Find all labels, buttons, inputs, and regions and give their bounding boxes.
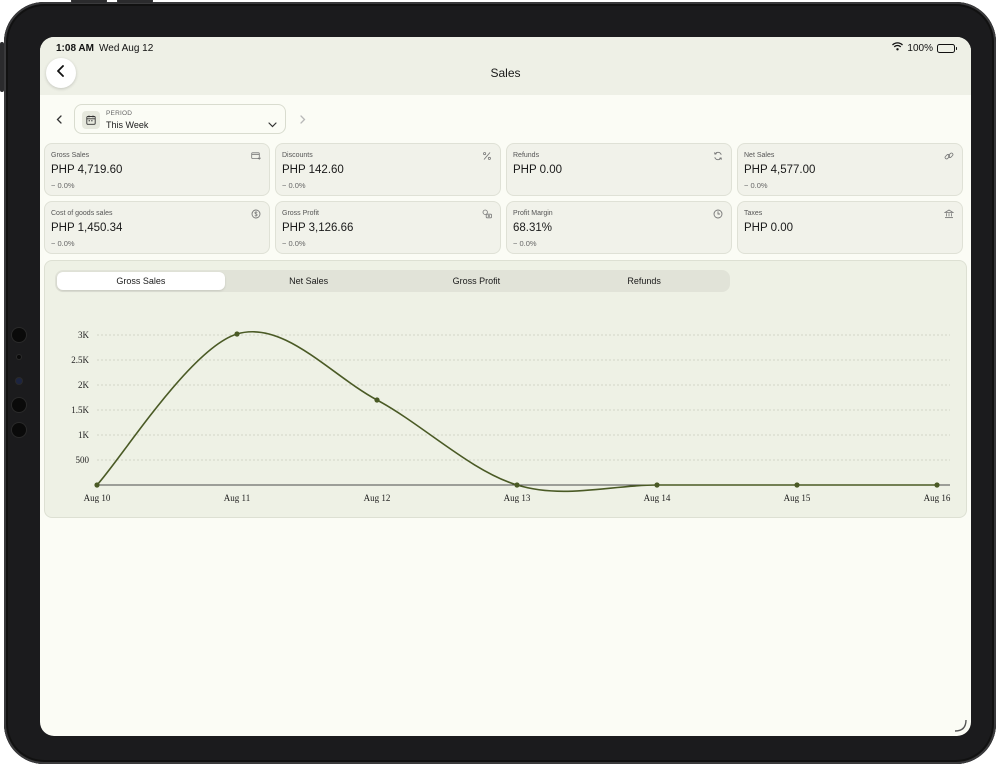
metric-card-refunds: Refunds PHP 0.00 — [506, 143, 732, 196]
clock-icon — [713, 209, 723, 219]
previous-period-button[interactable] — [52, 113, 66, 127]
app-screen: 1:08 AM Wed Aug 12 100% Sales PERIOD Thi… — [40, 37, 971, 736]
x-tick-label: Aug 13 — [504, 493, 531, 503]
tablet-frame: 1:08 AM Wed Aug 12 100% Sales PERIOD Thi… — [0, 0, 996, 764]
chart-panel: Gross Sales Net Sales Gross Profit Refun… — [44, 260, 967, 518]
metric-change: − 0.0% — [282, 181, 306, 190]
calendar-icon — [82, 111, 100, 129]
x-tick-label: Aug 16 — [924, 493, 951, 503]
metric-value: PHP 4,719.60 — [51, 164, 123, 176]
receipt-icon — [251, 151, 261, 161]
refresh-icon — [713, 151, 723, 161]
wifi-icon — [892, 42, 904, 54]
metric-change: − 0.0% — [51, 239, 75, 248]
percent-icon — [482, 151, 492, 161]
sensor — [12, 328, 26, 342]
y-tick-label: 1K — [78, 430, 90, 440]
y-tick-label: 2K — [78, 380, 90, 390]
x-tick-label: Aug 11 — [224, 493, 250, 503]
metric-card-discounts: Discounts PHP 142.60 − 0.0% — [275, 143, 501, 196]
battery-percent: 100% — [907, 42, 933, 54]
data-point — [514, 482, 520, 488]
x-tick-label: Aug 15 — [784, 493, 811, 503]
navigation-bar: 1:08 AM Wed Aug 12 100% Sales — [40, 37, 971, 95]
data-point — [794, 482, 800, 488]
series-line — [96, 331, 937, 493]
resize-handle-icon — [953, 718, 967, 732]
metric-card-net-sales: Net Sales PHP 4,577.00 − 0.0% — [737, 143, 963, 196]
x-tick-label: Aug 10 — [84, 493, 111, 503]
x-tick-label: Aug 14 — [644, 493, 671, 503]
sensor — [12, 398, 26, 412]
sensor — [12, 423, 26, 437]
metric-value: PHP 0.00 — [513, 164, 563, 176]
metric-value: PHP 0.00 — [744, 222, 794, 234]
page-title: Sales — [490, 66, 521, 80]
data-point — [94, 482, 100, 488]
y-tick-label: 500 — [76, 455, 90, 465]
battery-icon — [937, 43, 957, 53]
metric-value: PHP 142.60 — [282, 164, 344, 176]
metric-value: PHP 1,450.34 — [51, 222, 123, 234]
side-button — [0, 42, 4, 92]
front-camera — [16, 378, 22, 384]
metric-value: PHP 4,577.00 — [744, 164, 816, 176]
x-tick-label: Aug 12 — [364, 493, 391, 503]
period-label: PERIOD — [106, 110, 133, 117]
metric-label: Net Sales — [744, 152, 775, 159]
link-icon — [944, 151, 954, 161]
metric-value: 68.31% — [513, 222, 553, 234]
chevron-right-icon — [299, 111, 306, 129]
metric-label: Gross Profit — [282, 210, 319, 217]
metric-change: − 0.0% — [282, 239, 306, 248]
metric-card-profit-margin: Profit Margin 68.31% − 0.0% — [506, 201, 732, 254]
bank-icon — [944, 209, 954, 219]
status-date: Wed Aug 12 — [99, 43, 154, 54]
chevron-left-icon — [56, 111, 63, 129]
metric-label: Taxes — [744, 210, 763, 217]
metric-card-gross-sales: Gross Sales PHP 4,719.60 − 0.0% — [44, 143, 270, 196]
metric-label: Profit Margin — [513, 210, 553, 217]
volume-button — [117, 0, 153, 3]
money-icon — [482, 209, 492, 219]
data-point — [374, 397, 380, 403]
next-period-button[interactable] — [295, 113, 309, 127]
sales-line-chart: 500 1K 1.5K 2K 2.5K 3K Aug 10 Aug 11 Aug 12 Aug 1… — [71, 330, 951, 503]
metric-label: Cost of goods sales — [51, 210, 113, 217]
metric-label: Gross Sales — [51, 152, 90, 159]
metric-card-gross-profit: Gross Profit PHP 3,126.66 − 0.0% — [275, 201, 501, 254]
metric-card-cogs: Cost of goods sales PHP 1,450.34 − 0.0% — [44, 201, 270, 254]
y-tick-label: 1.5K — [71, 405, 89, 415]
status-indicators: 100% — [892, 42, 957, 54]
metric-change: − 0.0% — [51, 181, 75, 190]
data-point — [234, 331, 240, 337]
period-value: This Week — [106, 120, 149, 130]
volume-button — [71, 0, 107, 3]
status-time: 1:08 AM — [56, 43, 94, 54]
chevron-down-icon — [268, 115, 277, 133]
sensor — [17, 355, 21, 359]
coin-icon — [251, 209, 261, 219]
y-tick-label: 3K — [78, 330, 90, 340]
period-select[interactable]: PERIOD This Week — [74, 104, 286, 134]
metric-value: PHP 3,126.66 — [282, 222, 354, 234]
metric-label: Refunds — [513, 152, 540, 159]
metric-change: − 0.0% — [513, 239, 537, 248]
metric-label: Discounts — [282, 152, 313, 159]
y-tick-label: 2.5K — [71, 355, 89, 365]
data-point — [934, 482, 940, 488]
data-point — [654, 482, 660, 488]
metric-card-taxes: Taxes PHP 0.00 — [737, 201, 963, 254]
metric-change: − 0.0% — [744, 181, 768, 190]
